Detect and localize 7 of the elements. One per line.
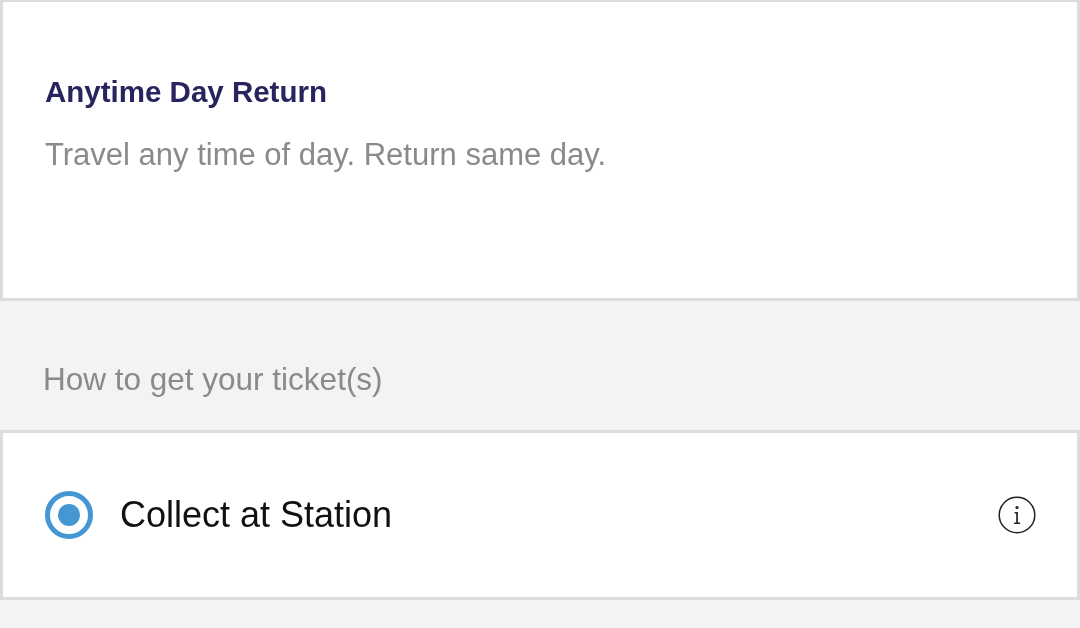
fare-title: Anytime Day Return (45, 74, 327, 110)
option-label: Collect at Station (120, 494, 393, 536)
section-heading: How to get your ticket(s) (43, 360, 383, 398)
option-card[interactable]: Collect at Station (0, 430, 1080, 600)
info-icon[interactable] (998, 496, 1036, 534)
fare-description: Travel any time of day. Return same day. (45, 136, 607, 174)
radio-button[interactable] (45, 491, 93, 539)
